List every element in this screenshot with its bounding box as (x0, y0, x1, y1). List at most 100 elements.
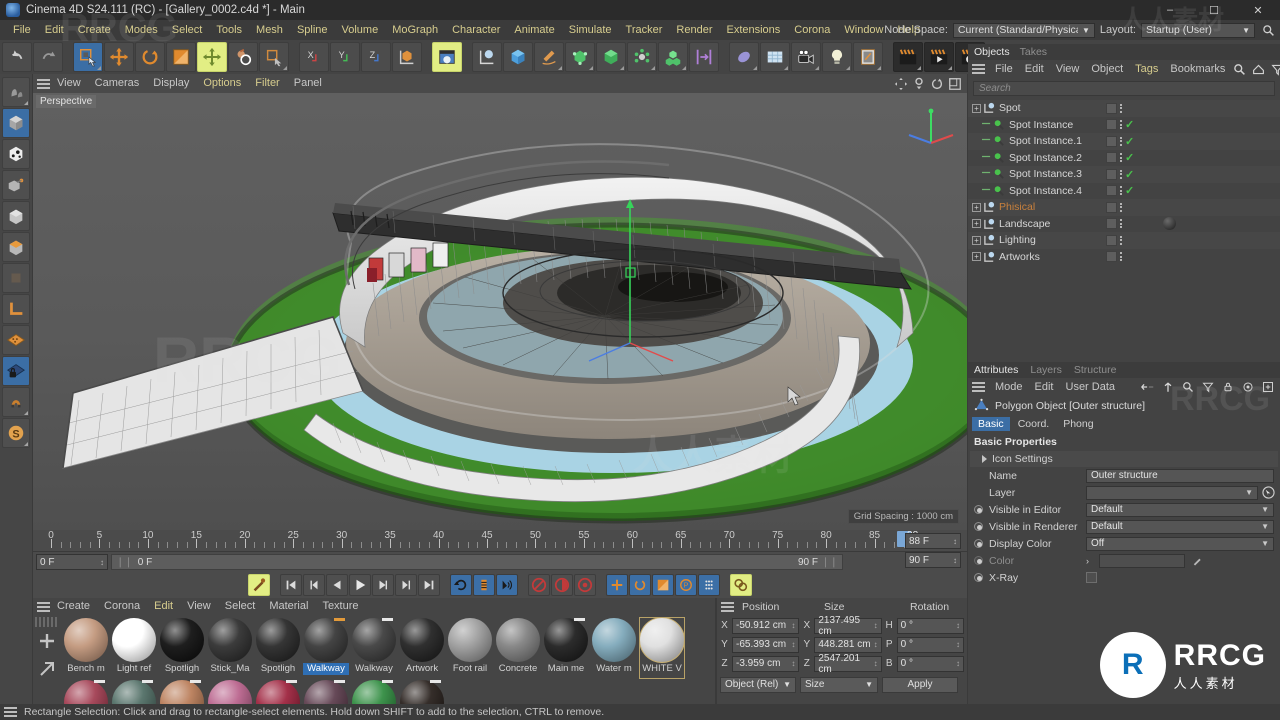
viewport-menu-display[interactable]: Display (146, 74, 196, 93)
attribute-radio-toggle[interactable] (974, 505, 983, 514)
material-swatch[interactable]: Artwork (399, 617, 445, 679)
previous-key-button[interactable] (303, 574, 325, 596)
menu-mesh[interactable]: Mesh (249, 20, 290, 40)
corona-render-button[interactable] (893, 42, 923, 72)
object-dots-icon[interactable] (1120, 202, 1122, 212)
step-back-button[interactable] (326, 574, 348, 596)
enable-snapping-button[interactable] (2, 325, 30, 355)
viewport-menu-panel[interactable]: Panel (287, 74, 329, 93)
spinner-icon[interactable]: ↕ (791, 640, 795, 649)
size-input[interactable]: 448.281 cm ↕ (814, 636, 882, 653)
record-keyframe-button[interactable] (551, 574, 573, 596)
apply-button[interactable]: Apply (882, 676, 958, 693)
position-input[interactable]: -65.393 cm ↕ (732, 636, 800, 653)
align-tool-button[interactable] (689, 42, 719, 72)
object-tag-icon[interactable] (1106, 168, 1117, 180)
status-hamburger-icon[interactable] (4, 707, 17, 717)
mograph-cloner-button[interactable] (627, 42, 657, 72)
attributes-subtab-coord[interactable]: Coord. (1012, 417, 1056, 431)
axis-mode-button[interactable] (2, 294, 30, 324)
expand-toggle-icon[interactable]: + (972, 219, 981, 229)
attribute-select-display-color[interactable]: Off ▼ (1086, 536, 1274, 551)
material-swatch[interactable] (207, 679, 253, 704)
visibility-check-icon[interactable]: ✓ (1125, 151, 1134, 164)
menu-render[interactable]: Render (669, 20, 719, 40)
cube-primitive-button[interactable] (503, 42, 533, 72)
make-editable-button[interactable] (2, 77, 30, 107)
menu-tools[interactable]: Tools (209, 20, 249, 40)
expand-toggle-icon[interactable]: + (972, 202, 981, 212)
xpresso-tag-button[interactable] (853, 42, 883, 72)
pan-icon[interactable] (893, 76, 909, 92)
object-tag-icon[interactable] (1106, 234, 1117, 246)
object-dots-icon[interactable] (1120, 252, 1122, 262)
material-menu-view[interactable]: View (180, 598, 218, 615)
lock-x-axis-button[interactable]: X (299, 42, 329, 72)
object-tree-item[interactable]: Spot Instance.3 ✓ (968, 166, 1280, 183)
object-dots-icon[interactable] (1120, 235, 1122, 245)
search-icon[interactable] (1231, 61, 1247, 77)
mograph-clone-group-button[interactable] (658, 42, 688, 72)
attributes-tab-layers[interactable]: Layers (1030, 364, 1062, 376)
material-swatch[interactable]: Light ref (111, 617, 157, 679)
object-tree-item[interactable]: + Spot (968, 100, 1280, 117)
end-frame-input[interactable]: 88 F ↕ (905, 533, 961, 549)
live-selection-tool[interactable] (73, 42, 103, 72)
attribute-select-visible-in-renderer[interactable]: Default ▼ (1086, 519, 1274, 534)
undo-button[interactable] (2, 42, 32, 72)
range-end-input[interactable]: 90 F ↕ (905, 552, 961, 568)
key-rotation-button[interactable] (629, 574, 651, 596)
object-axis-tool[interactable] (228, 42, 258, 72)
object-tag-icon[interactable] (1106, 185, 1117, 197)
object-menu-bookmarks[interactable]: Bookmarks (1164, 60, 1231, 78)
spinner-icon[interactable]: ↕ (956, 621, 960, 630)
spinner-icon[interactable]: ↕ (953, 537, 957, 546)
material-menu-texture[interactable]: Texture (315, 598, 365, 615)
object-dots-icon[interactable] (1120, 120, 1122, 130)
polygon-mode-button[interactable] (2, 232, 30, 262)
floor-object-button[interactable] (472, 42, 502, 72)
expand-panel-icon[interactable] (1260, 379, 1276, 395)
menu-create[interactable]: Create (71, 20, 118, 40)
play-button[interactable] (349, 574, 371, 596)
menu-modes[interactable]: Modes (118, 20, 165, 40)
drag-handle-icon[interactable]: ❘❘ (116, 557, 133, 568)
edge-mode-button[interactable] (2, 263, 30, 293)
material-swatch[interactable]: Stick_Ma (207, 617, 253, 679)
keyframe-selection-button[interactable] (574, 574, 596, 596)
maximize-viewport-icon[interactable] (947, 76, 963, 92)
menu-select[interactable]: Select (165, 20, 210, 40)
menu-file[interactable]: File (6, 20, 38, 40)
autokey-button[interactable] (528, 574, 550, 596)
environment-sky-button[interactable] (760, 42, 790, 72)
material-hamburger-icon[interactable] (37, 601, 50, 612)
expand-toggle-icon[interactable]: + (972, 235, 981, 245)
project-settings-button[interactable] (730, 574, 752, 596)
selection-variant-tool[interactable] (259, 42, 289, 72)
key-position-button[interactable] (606, 574, 628, 596)
object-menu-tags[interactable]: Tags (1129, 60, 1164, 78)
object-tree-item[interactable]: + Lighting (968, 232, 1280, 249)
go-to-end-button[interactable] (418, 574, 440, 596)
object-tree-item[interactable]: Spot Instance.4 ✓ (968, 182, 1280, 199)
viewport-hamburger-icon[interactable] (37, 78, 50, 89)
attribute-select-visible-in-editor[interactable]: Default ▼ (1086, 502, 1274, 517)
menu-extensions[interactable]: Extensions (719, 20, 787, 40)
attribute-radio-toggle[interactable] (974, 556, 983, 565)
object-tag-icon[interactable] (1106, 152, 1117, 164)
maximize-icon[interactable]: ☐ (1192, 0, 1236, 20)
point-mode-button[interactable] (2, 201, 30, 231)
filter-icon[interactable] (1200, 379, 1216, 395)
viewport-menu-cameras[interactable]: Cameras (88, 74, 147, 93)
record-active-object-button[interactable] (248, 574, 270, 596)
home-icon[interactable] (1250, 61, 1266, 77)
icon-settings-folder[interactable]: Icon Settings (970, 451, 1278, 467)
spinner-icon[interactable]: ↕ (791, 621, 795, 630)
eyedropper-icon[interactable] (1191, 554, 1209, 567)
spinner-icon[interactable]: ↕ (100, 558, 104, 567)
material-menu-select[interactable]: Select (218, 598, 263, 615)
object-dots-icon[interactable] (1120, 219, 1122, 229)
attributes-menu-mode[interactable]: Mode (989, 378, 1029, 396)
menu-mograph[interactable]: MoGraph (385, 20, 445, 40)
search-icon[interactable] (1180, 379, 1196, 395)
